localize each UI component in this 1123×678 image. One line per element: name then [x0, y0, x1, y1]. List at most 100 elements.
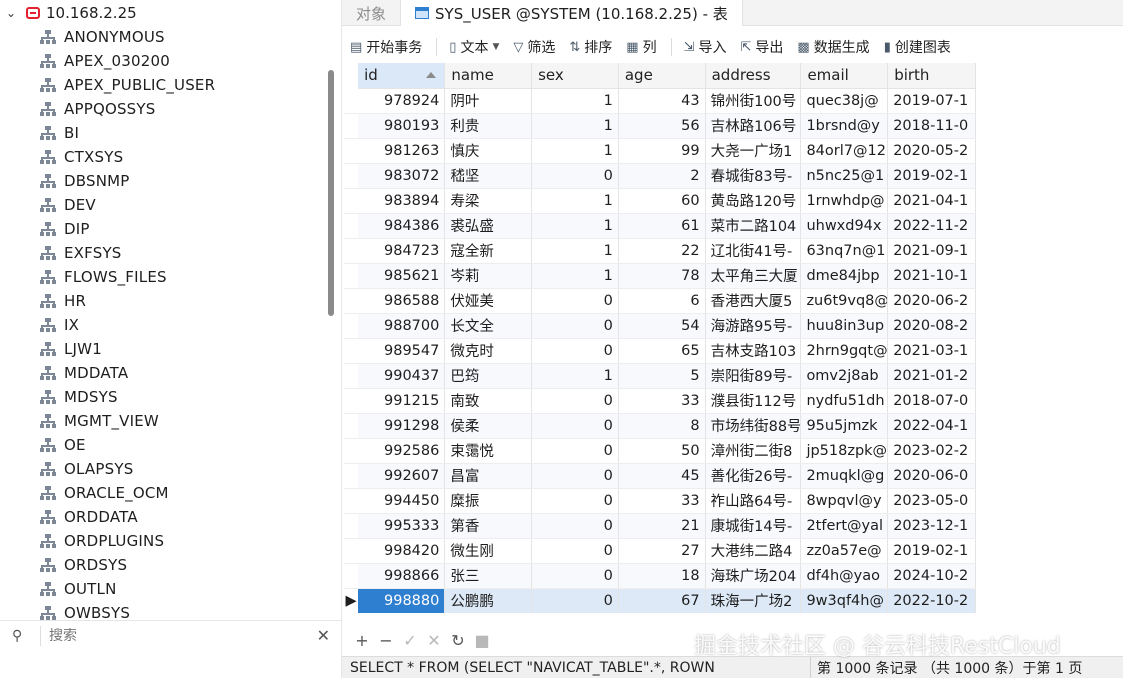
close-icon[interactable]: ✕ [317, 626, 330, 645]
cell-address[interactable]: 大尧一广场1 [705, 138, 802, 164]
cell-id[interactable]: 983894 [358, 188, 446, 214]
cell-age[interactable]: 18 [618, 563, 706, 589]
cell-address[interactable]: 香港西大厦5 [705, 288, 802, 314]
cell-sex[interactable]: 1 [531, 188, 619, 214]
table-row[interactable]: 989547 微克时 0 65 吉林支路103 2hrn9gqt@ 2021-03-1 [344, 338, 976, 364]
cell-address[interactable]: 黄岛路120号 [705, 188, 802, 214]
cell-id[interactable]: 984723 [358, 238, 446, 264]
schema-item[interactable]: ORDDATA [0, 505, 330, 529]
add-record-button[interactable]: + [350, 631, 374, 650]
cell-email[interactable]: 2tfert@yal [800, 513, 889, 539]
cell-birth[interactable]: 2019-02-1 [887, 538, 976, 564]
cell-age[interactable]: 21 [618, 513, 706, 539]
schema-item[interactable]: DEV [0, 193, 330, 217]
sidebar-scrollbar[interactable] [328, 70, 334, 316]
cell-birth[interactable]: 2019-07-1 [887, 88, 976, 114]
cell-age[interactable]: 5 [618, 363, 706, 389]
cell-email[interactable]: dme84jbp [800, 263, 889, 289]
cell-id[interactable]: 991298 [358, 413, 446, 439]
apply-changes-button[interactable]: ✓ [398, 631, 422, 650]
cell-address[interactable]: 崇阳街89号- [705, 363, 802, 389]
cell-name[interactable]: 寿梁 [444, 188, 533, 214]
schema-item[interactable]: APEX_PUBLIC_USER [0, 73, 330, 97]
refresh-button[interactable]: ↻ [446, 631, 470, 650]
cell-id[interactable]: 994450 [358, 488, 446, 514]
column-header-email[interactable]: email [800, 63, 889, 89]
table-row[interactable]: 990437 巴筠 1 5 崇阳街89号-omv2j8ab 2021-01-2 [344, 363, 976, 389]
cell-birth[interactable]: 2020-06-2 [887, 288, 976, 314]
cell-address[interactable]: 锦州街100号 [705, 88, 802, 114]
schema-item[interactable]: MGMT_VIEW [0, 409, 330, 433]
cell-name[interactable]: 昌富 [444, 463, 533, 489]
filter-button[interactable]: ▽ 筛选 [513, 37, 555, 57]
cell-email[interactable]: zu6t9vq8@ [800, 288, 889, 314]
cell-birth[interactable]: 2022-10-2 [887, 588, 976, 613]
cell-birth[interactable]: 2020-06-0 [887, 463, 976, 489]
cell-name[interactable]: 糜振 [444, 488, 533, 514]
table-row[interactable]: 995333 第香 0 21 康城街14号- 2tfert@yal 2023-12-1 [344, 513, 976, 539]
cell-name[interactable]: 公鹏鹏 [444, 588, 533, 613]
cell-sex[interactable]: 1 [531, 363, 619, 389]
cell-email[interactable]: n5nc25@1 [800, 163, 889, 189]
cell-email[interactable]: nydfu51dh [800, 388, 889, 414]
cell-id[interactable]: 989547 [358, 338, 446, 364]
cell-name[interactable]: 阴叶 [444, 88, 533, 114]
cell-id[interactable]: 986588 [358, 288, 446, 314]
search-input[interactable] [49, 627, 299, 644]
table-row[interactable]: 983894 寿梁 1 60 黄岛路120号 1rnwhdp@ 2021-04-1 [344, 188, 976, 214]
cell-birth[interactable]: 2022-04-1 [887, 413, 976, 439]
schema-item[interactable]: CTXSYS [0, 145, 330, 169]
cell-email[interactable]: 84orl7@12 [800, 138, 889, 164]
cell-id[interactable]: 980193 [358, 113, 446, 139]
schema-item[interactable]: APPQOSSYS [0, 97, 330, 121]
cell-id[interactable]: 992586 [358, 438, 446, 464]
schema-item[interactable]: OUTLN [0, 577, 330, 601]
cell-sex[interactable]: 0 [531, 338, 619, 364]
cell-sex[interactable]: 0 [531, 438, 619, 464]
cell-email[interactable]: 1brsnd@y [800, 113, 889, 139]
schema-item[interactable]: DBSNMP [0, 169, 330, 193]
cell-sex[interactable]: 0 [531, 163, 619, 189]
cell-name[interactable]: 第香 [444, 513, 533, 539]
cell-birth[interactable]: 2021-10-1 [887, 263, 976, 289]
cell-name[interactable]: 岑莉 [444, 263, 533, 289]
cell-address[interactable]: 濮县街112号 [705, 388, 802, 414]
cell-sex[interactable]: 0 [531, 588, 619, 613]
cell-sex[interactable]: 0 [531, 538, 619, 564]
cell-age[interactable]: 50 [618, 438, 706, 464]
table-row[interactable]: 994450 糜振 0 33 祚山路64号- 8wpqvl@y 2023-05-0 [344, 488, 976, 514]
cell-sex[interactable]: 1 [531, 213, 619, 239]
cell-id[interactable]: 978924 [358, 88, 446, 114]
cell-birth[interactable]: 2020-08-2 [887, 313, 976, 339]
cell-name[interactable]: 利贵 [444, 113, 533, 139]
cell-age[interactable]: 27 [618, 538, 706, 564]
cell-birth[interactable]: 2020-05-2 [887, 138, 976, 164]
table-row[interactable]: 980193 利贵 1 56 吉林路106号 1brsnd@y 2018-11-0 [344, 113, 976, 139]
cell-address[interactable]: 吉林路106号 [705, 113, 802, 139]
cell-name[interactable]: 长文全 [444, 313, 533, 339]
cell-id[interactable]: 988700 [358, 313, 446, 339]
cell-sex[interactable]: 1 [531, 238, 619, 264]
column-header-address[interactable]: address [705, 63, 802, 89]
cell-id[interactable]: 998866 [358, 563, 446, 589]
cell-email[interactable]: uhwxd94x [800, 213, 889, 239]
cell-birth[interactable]: 2023-05-0 [887, 488, 976, 514]
column-header-name[interactable]: name [444, 63, 533, 89]
cell-age[interactable]: 78 [618, 263, 706, 289]
schema-item[interactable]: MDSYS [0, 385, 330, 409]
cell-address[interactable]: 祚山路64号- [705, 488, 802, 514]
tab-sys-user-table[interactable]: SYS_USER @SYSTEM (10.168.2.25) - 表 [400, 0, 743, 26]
cell-address[interactable]: 大港纬二路4 [705, 538, 802, 564]
cell-birth[interactable]: 2022-11-2 [887, 213, 976, 239]
cell-email[interactable]: 2muqkl@g [800, 463, 889, 489]
schema-item[interactable]: HR [0, 289, 330, 313]
column-header-age[interactable]: age [618, 63, 706, 89]
cell-birth[interactable]: 2019-02-1 [887, 163, 976, 189]
cell-id[interactable]: 998420 [358, 538, 446, 564]
cell-name[interactable]: 寇全新 [444, 238, 533, 264]
cell-address[interactable]: 善化街26号- [705, 463, 802, 489]
cell-sex[interactable]: 1 [531, 113, 619, 139]
schema-item[interactable]: ORDPLUGINS [0, 529, 330, 553]
table-row[interactable]: 998420 微生刚 0 27 大港纬二路4 zz0a57e@ 2019-02-1 [344, 538, 976, 564]
cell-address[interactable]: 市场纬街88号 [705, 413, 802, 439]
